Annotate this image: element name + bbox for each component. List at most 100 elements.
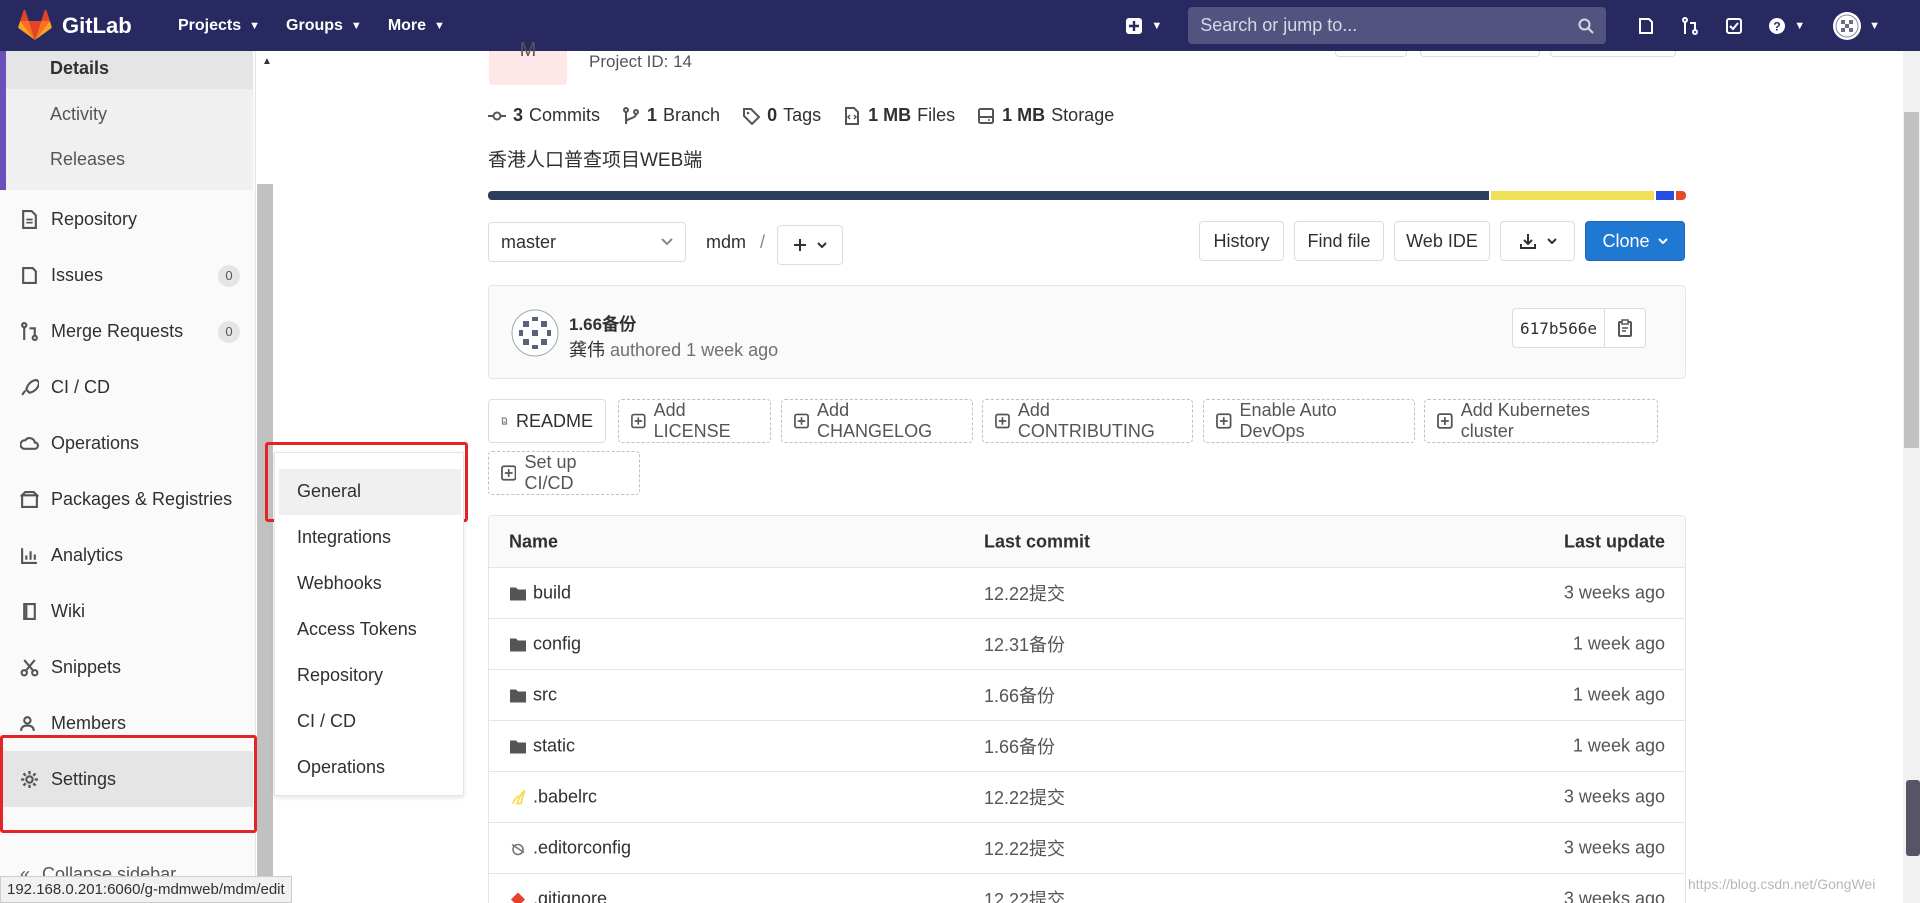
table-row[interactable]: .gitignore 12.22提交 3 weeks ago: [489, 874, 1685, 903]
help-icon[interactable]: ? ▼: [1768, 16, 1805, 36]
file-name-cell[interactable]: .babelrc: [509, 787, 597, 808]
stat-label: Files: [917, 105, 956, 125]
flyout-item-integrations[interactable]: Integrations: [297, 527, 391, 548]
table-row[interactable]: build 12.22提交 3 weeks ago: [489, 568, 1685, 619]
sidebar-item-wiki[interactable]: Wiki: [20, 601, 240, 622]
commit-title[interactable]: 1.66备份: [569, 310, 636, 335]
sidebar-item-ci-cd[interactable]: CI / CD: [20, 377, 240, 398]
file-name[interactable]: .babelrc: [533, 787, 597, 808]
sidebar-item-operations[interactable]: Operations: [20, 433, 240, 454]
file-name[interactable]: .gitignore: [533, 889, 607, 903]
download-dropdown[interactable]: [1500, 221, 1575, 261]
language-segment[interactable]: [1675, 191, 1686, 200]
last-commit-cell[interactable]: 1.66备份: [984, 682, 1055, 708]
setup-ci-cd-label: Set up CI/CD: [524, 452, 577, 493]
page-scrollbar-thumb[interactable]: [1904, 112, 1919, 448]
issues-nav-icon[interactable]: [1636, 16, 1656, 36]
stat-commits[interactable]: 3 Commits: [488, 105, 600, 126]
flyout-item-webhooks[interactable]: Webhooks: [297, 573, 382, 594]
search-input[interactable]: Search or jump to...: [1188, 7, 1607, 44]
file-name[interactable]: config: [533, 634, 581, 655]
commit-author[interactable]: 龚伟: [569, 340, 605, 360]
sidebar-item-snippets[interactable]: Snippets: [20, 657, 240, 678]
table-row[interactable]: static 1.66备份 1 week ago: [489, 721, 1685, 772]
fork-button[interactable]: [1550, 51, 1676, 57]
file-name[interactable]: build: [533, 583, 571, 604]
sidebar-item-members[interactable]: Members: [20, 713, 240, 734]
flyout-item-general[interactable]: General: [297, 481, 361, 502]
new-item-dropdown[interactable]: ▼: [1125, 17, 1162, 35]
last-commit-cell[interactable]: 1.66备份: [984, 733, 1055, 759]
annotation-box-settings: [0, 735, 257, 833]
floating-widget[interactable]: [1906, 780, 1920, 856]
add-contributing-button[interactable]: Add CONTRIBUTING: [982, 399, 1193, 443]
plus-square-icon: [794, 413, 809, 429]
gitlab-logo[interactable]: GitLab: [18, 10, 152, 41]
sidebar-item-analytics[interactable]: Analytics: [20, 545, 240, 566]
table-row[interactable]: src 1.66备份 1 week ago: [489, 670, 1685, 721]
copy-sha-button[interactable]: [1605, 309, 1645, 347]
scroll-up-arrow-icon[interactable]: ▲: [262, 56, 272, 67]
language-segment[interactable]: [488, 191, 1489, 200]
author-avatar[interactable]: [511, 309, 559, 357]
notification-button[interactable]: [1335, 51, 1407, 57]
table-row[interactable]: .editorconfig 12.22提交 3 weeks ago: [489, 823, 1685, 874]
last-commit-cell[interactable]: 12.22提交: [984, 886, 1065, 903]
flyout-item-access-tokens[interactable]: Access Tokens: [297, 619, 417, 640]
sidebar-item-issues[interactable]: Issues 0: [20, 264, 240, 287]
stat-storage[interactable]: 1 MB Storage: [977, 105, 1114, 126]
stat-files[interactable]: 1 MB Files: [843, 105, 955, 126]
flyout-item-repository[interactable]: Repository: [297, 665, 383, 686]
file-name[interactable]: src: [533, 685, 557, 706]
subnav-releases[interactable]: Releases: [50, 149, 125, 170]
sidebar-item-merge-requests[interactable]: Merge Requests 0: [20, 320, 240, 343]
file-name-cell[interactable]: config: [509, 634, 581, 655]
web-ide-button[interactable]: Web IDE: [1394, 221, 1490, 261]
add-to-tree-dropdown[interactable]: [777, 225, 843, 265]
stat-branch[interactable]: 1 Branch: [622, 105, 720, 126]
history-button[interactable]: History: [1199, 221, 1284, 261]
readme-button[interactable]: README: [488, 399, 606, 443]
stat-tags[interactable]: 0 Tags: [742, 105, 821, 126]
nav-more[interactable]: More ▼: [388, 17, 445, 35]
clone-button[interactable]: Clone: [1585, 221, 1685, 261]
file-name-cell[interactable]: .gitignore: [509, 889, 607, 903]
nav-groups[interactable]: Groups ▼: [286, 17, 362, 35]
flyout-item-operations[interactable]: Operations: [297, 757, 385, 778]
subnav-activity[interactable]: Activity: [50, 104, 107, 125]
user-avatar[interactable]: [1833, 11, 1862, 40]
file-name-cell[interactable]: build: [509, 583, 571, 604]
file-name[interactable]: static: [533, 736, 575, 757]
last-commit-cell[interactable]: 12.22提交: [984, 580, 1065, 606]
table-row[interactable]: config 12.31备份 1 week ago: [489, 619, 1685, 670]
last-commit-cell[interactable]: 12.22提交: [984, 835, 1065, 861]
last-commit-cell[interactable]: 12.22提交: [984, 784, 1065, 810]
star-button[interactable]: [1420, 51, 1540, 57]
find-file-button[interactable]: Find file: [1294, 221, 1384, 261]
file-name-cell[interactable]: src: [509, 685, 557, 706]
sidebar-item-repository[interactable]: Repository: [20, 209, 240, 230]
add-kubernetes-cluster-button[interactable]: Add Kubernetes cluster: [1424, 399, 1658, 443]
last-commit-cell[interactable]: 12.31备份: [984, 631, 1065, 657]
file-name-cell[interactable]: .editorconfig: [509, 838, 631, 859]
enable-auto-devops-button[interactable]: Enable Auto DevOps: [1203, 399, 1415, 443]
todos-nav-icon[interactable]: [1724, 16, 1744, 36]
language-segment[interactable]: [1656, 191, 1674, 200]
file-name[interactable]: .editorconfig: [533, 838, 631, 859]
nav-projects[interactable]: Projects ▼: [178, 17, 260, 35]
setup-ci-cd-button[interactable]: Set up CI/CD: [488, 451, 640, 495]
branch-dropdown[interactable]: master: [488, 222, 686, 262]
add-changelog-button[interactable]: Add CHANGELOG: [781, 399, 973, 443]
subnav-details[interactable]: Details: [50, 58, 109, 79]
merge-requests-nav-icon[interactable]: [1680, 16, 1700, 36]
add-license-button[interactable]: Add LICENSE: [618, 399, 771, 443]
flyout-item-ci-cd[interactable]: CI / CD: [297, 711, 356, 732]
breadcrumb-path[interactable]: mdm: [706, 232, 746, 253]
table-row[interactable]: .babelrc 12.22提交 3 weeks ago: [489, 772, 1685, 823]
language-segment[interactable]: [1490, 191, 1655, 200]
sidebar-scrollbar[interactable]: [257, 184, 273, 895]
repository-language-bar[interactable]: [488, 191, 1686, 200]
file-name-cell[interactable]: static: [509, 736, 575, 757]
sidebar-item-packages[interactable]: Packages & Registries: [20, 489, 240, 510]
commit-sha[interactable]: 617b566e: [1513, 309, 1605, 347]
